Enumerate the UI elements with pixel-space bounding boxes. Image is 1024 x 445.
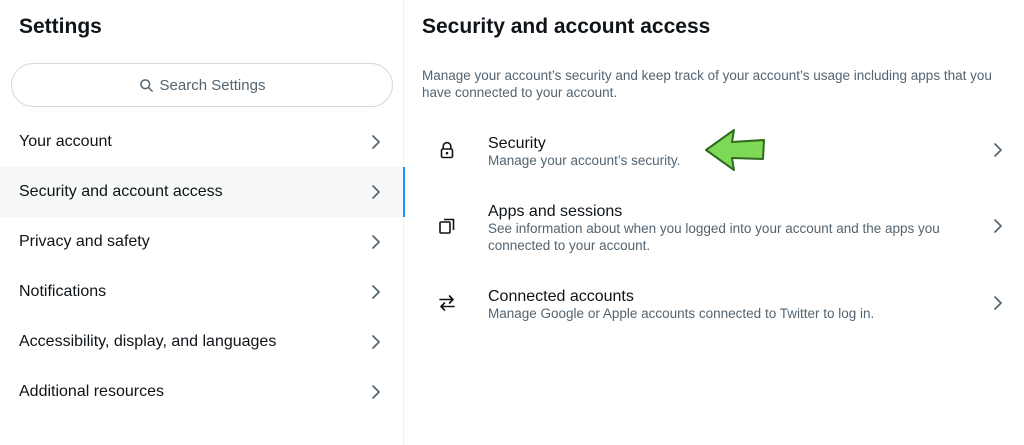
green-pointer-arrow-icon	[700, 126, 770, 174]
sidebar-item-label: Accessibility, display, and languages	[19, 333, 277, 350]
chevron-right-icon	[990, 218, 1006, 234]
option-title: Connected accounts	[488, 288, 634, 305]
swap-arrows-icon	[437, 293, 457, 313]
search-icon	[139, 78, 154, 93]
sidebar-item-label: Notifications	[19, 283, 107, 300]
chevron-right-icon	[990, 142, 1006, 158]
chevron-right-icon	[368, 234, 384, 250]
option-title: Apps and sessions	[488, 203, 623, 220]
option-apps-and-sessions[interactable]: Apps and sessions See information about …	[404, 194, 1024, 260]
settings-nav: Your account Security and account access…	[0, 117, 405, 417]
option-title: Security	[488, 135, 546, 152]
sidebar-item-label: Privacy and safety	[19, 233, 150, 250]
search-placeholder: Search Settings	[159, 76, 266, 94]
option-connected-accounts[interactable]: Connected accounts Manage Google or Appl…	[404, 279, 1024, 329]
sidebar-item-privacy-and-safety[interactable]: Privacy and safety	[0, 217, 404, 267]
sidebar-item-notifications[interactable]: Notifications	[0, 267, 404, 317]
option-subtitle: Manage Google or Apple accounts connecte…	[488, 306, 875, 321]
sidebar-item-label: Additional resources	[19, 383, 164, 400]
page-description: Manage your account’s security and keep …	[422, 68, 992, 100]
sidebar-item-additional-resources[interactable]: Additional resources	[0, 367, 404, 417]
chevron-right-icon	[368, 384, 384, 400]
settings-page: Settings Search Settings Your account Se…	[0, 0, 1024, 445]
settings-sidebar: Settings Search Settings Your account Se…	[0, 0, 405, 445]
sidebar-item-label: Your account	[19, 133, 112, 150]
security-panel: Security and account access Manage your …	[404, 0, 1024, 445]
sidebar-item-your-account[interactable]: Your account	[0, 117, 404, 167]
search-settings-input[interactable]: Search Settings	[11, 63, 393, 107]
sidebar-item-label: Security and account access	[19, 183, 223, 200]
sidebar-item-security-and-account-access[interactable]: Security and account access	[0, 167, 405, 217]
option-subtitle: See information about when you logged in…	[488, 221, 940, 253]
chevron-right-icon	[368, 284, 384, 300]
chevron-right-icon	[368, 134, 384, 150]
chevron-right-icon	[990, 295, 1006, 311]
chevron-right-icon	[368, 334, 384, 350]
page-title: Security and account access	[422, 15, 711, 38]
settings-title: Settings	[19, 15, 102, 38]
chevron-right-icon	[368, 184, 384, 200]
sidebar-item-accessibility-display-languages[interactable]: Accessibility, display, and languages	[0, 317, 404, 367]
copy-icon	[437, 216, 457, 236]
lock-icon	[437, 140, 457, 160]
